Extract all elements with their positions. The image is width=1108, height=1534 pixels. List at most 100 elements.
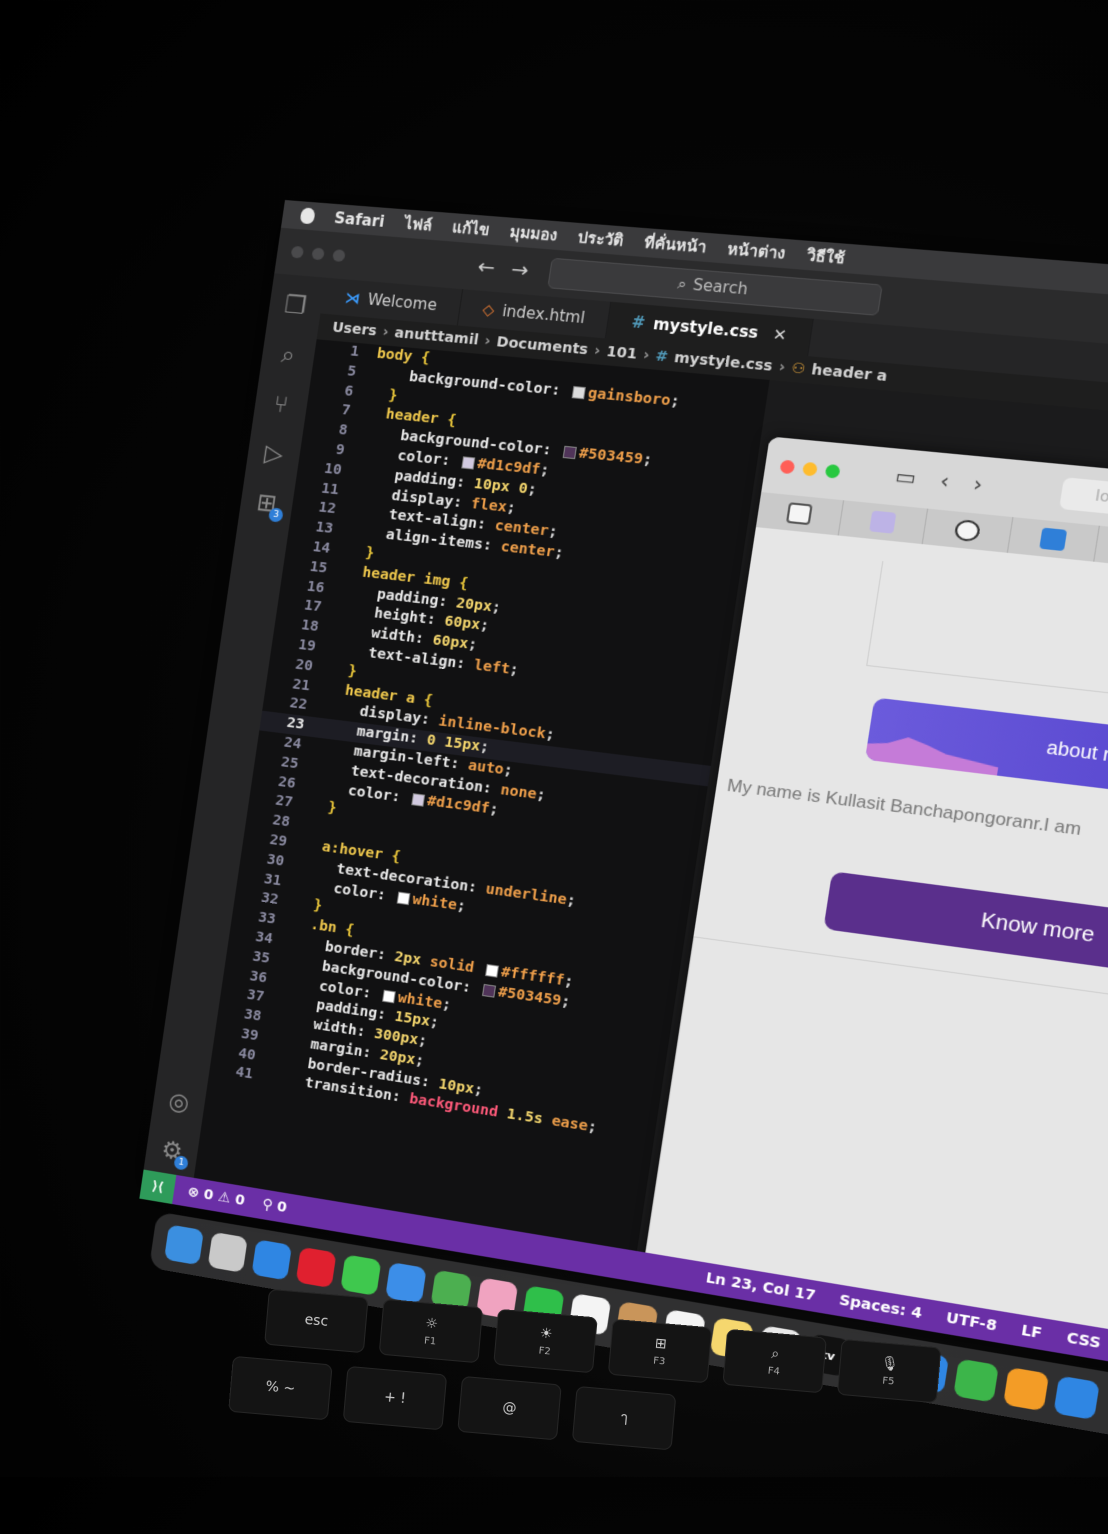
zoom-window-button[interactable] — [332, 249, 346, 263]
banner-graphic — [865, 733, 1001, 776]
apple-icon[interactable] — [299, 207, 316, 225]
problems-indicator[interactable]: ⊗ 0 ⚠ 0 — [187, 1184, 246, 1209]
sidebar-toggle-icon[interactable]: ▭ — [894, 463, 919, 490]
minimize-window-button[interactable] — [311, 247, 325, 261]
css-icon: # — [654, 348, 670, 366]
breadcrumb-item[interactable]: header a — [810, 362, 888, 385]
menu-item-edit[interactable]: แก้ไข — [451, 215, 492, 242]
bio-text: My name is Kullasit Banchapongoranr.I am… — [712, 773, 1108, 886]
f1-key[interactable]: ☼ F1 — [378, 1298, 484, 1364]
account-icon[interactable]: ◎ — [164, 1086, 195, 1117]
chevron-right-icon: › — [777, 358, 787, 377]
history-navigation: ← → — [476, 254, 530, 282]
tilde-key[interactable]: % ~ — [228, 1355, 333, 1421]
close-icon[interactable]: ✕ — [772, 325, 788, 345]
chevron-right-icon: › — [592, 342, 602, 360]
extensions-badge: 3 — [267, 507, 284, 523]
vscode-icon: ⋊ — [343, 288, 362, 308]
search-view-icon[interactable]: ⌕ — [273, 340, 305, 370]
close-window-button[interactable] — [290, 245, 305, 259]
chevron-right-icon: › — [641, 346, 651, 364]
menu-item-history[interactable]: ประวัติ — [576, 225, 625, 253]
about-banner[interactable]: about r — [864, 697, 1108, 809]
ports-count: 0 — [275, 1198, 288, 1217]
esc-key[interactable]: esc — [264, 1288, 369, 1354]
tab-label: mystyle.css — [651, 314, 760, 343]
manage-badge: 1 — [173, 1154, 189, 1171]
browser-minimize-button[interactable] — [802, 461, 819, 477]
brightness-up-icon: ☀ — [539, 1325, 554, 1343]
warning-count: 0 — [233, 1191, 246, 1210]
remote-indicator-icon[interactable]: ⟩⟨ — [139, 1169, 177, 1205]
end-of-line[interactable]: LF — [1020, 1322, 1043, 1342]
two-key[interactable]: @ — [457, 1375, 562, 1441]
language-mode[interactable]: CSS — [1065, 1330, 1102, 1352]
breadcrumb-item[interactable]: Documents — [495, 334, 589, 358]
three-key[interactable]: ๅ — [571, 1385, 677, 1451]
safari-app-icon[interactable] — [251, 1239, 293, 1281]
breadcrumb-item[interactable]: anutttamil — [393, 325, 479, 349]
one-key[interactable]: + ! — [342, 1365, 448, 1431]
dictation-icon: 🎙︎ — [880, 1354, 900, 1373]
github-icon — [953, 518, 982, 543]
breadcrumb-item[interactable]: mystyle.css — [673, 350, 774, 375]
back-chevron-icon[interactable]: ‹ — [938, 468, 951, 494]
key-label: + ! — [383, 1389, 407, 1408]
window-controls — [290, 245, 346, 263]
opera-app-icon[interactable] — [295, 1246, 337, 1289]
menu-item-help[interactable]: วิธีใช้ — [805, 243, 847, 271]
key-label: F4 — [767, 1365, 781, 1378]
forward-arrow-icon[interactable]: → — [510, 257, 531, 283]
f2-key[interactable]: ☀ F2 — [493, 1308, 598, 1374]
f5-key[interactable]: 🎙︎ F5 — [836, 1338, 942, 1404]
f4-key[interactable]: ⌕ F4 — [722, 1328, 827, 1394]
activity-bar-bottom: ◎ ⚙ 1 — [157, 1086, 195, 1171]
spotlight-icon: ⌕ — [770, 1345, 780, 1362]
key-label: F1 — [423, 1334, 437, 1347]
menu-item-bookmarks[interactable]: ที่คั่นหน้า — [643, 230, 709, 260]
run-debug-icon[interactable]: ▷ — [258, 438, 290, 468]
forward-chevron-icon[interactable]: › — [972, 471, 985, 497]
finder-app-icon[interactable] — [164, 1224, 204, 1266]
launchpad-app-icon[interactable] — [207, 1231, 248, 1273]
browser-zoom-button[interactable] — [824, 463, 841, 479]
screen: Safari ไฟล์ แก้ไข มุมมอง ประวัติ ที่คั่น… — [139, 200, 1108, 1371]
browser-close-button[interactable] — [779, 459, 796, 474]
breadcrumb-item[interactable]: 101 — [605, 344, 638, 363]
encoding[interactable]: UTF-8 — [945, 1310, 998, 1335]
back-arrow-icon[interactable]: ← — [476, 254, 497, 280]
error-count: 0 — [202, 1186, 215, 1204]
key-label: F3 — [652, 1354, 666, 1368]
laptop-screen: Safari ไฟล์ แก้ไข มุมมอง ประวัติ ที่คั่น… — [139, 200, 1108, 1454]
menu-item-window[interactable]: หน้าต่าง — [726, 237, 788, 266]
key-label: % ~ — [264, 1378, 296, 1398]
ports-indicator[interactable]: ⚲ 0 — [261, 1196, 288, 1216]
menu-item-safari[interactable]: Safari — [333, 209, 386, 231]
code-text: } — [326, 799, 338, 817]
menu-item-view[interactable]: มุมมอง — [508, 220, 559, 248]
key-label: F5 — [881, 1375, 895, 1388]
indentation[interactable]: Spaces: 4 — [838, 1292, 923, 1322]
breadcrumb-item[interactable]: Users — [331, 320, 378, 340]
messages-app-icon[interactable] — [340, 1254, 382, 1296]
bookmark-icon — [785, 502, 813, 526]
tab-label: index.html — [501, 301, 587, 328]
tab-label: Welcome — [366, 290, 439, 315]
mail-app-icon[interactable] — [385, 1261, 427, 1304]
menu-item-file[interactable]: ไฟล์ — [403, 211, 434, 237]
brightness-down-icon: ☼ — [424, 1315, 439, 1333]
source-control-icon[interactable]: ⑂ — [265, 389, 297, 419]
code-text: } — [364, 544, 376, 562]
html-icon: ◇ — [481, 300, 496, 320]
trello-icon — [1039, 527, 1068, 552]
search-placeholder: Search — [691, 275, 750, 299]
f3-key[interactable]: ⊞ F3 — [607, 1318, 713, 1384]
extensions-icon[interactable]: ⊞ 3 — [251, 488, 284, 523]
content-box — [866, 561, 1108, 712]
explorer-icon[interactable]: ❐ — [280, 290, 312, 320]
browser-window-controls — [779, 459, 841, 479]
manage-gear-icon[interactable]: ⚙ 1 — [157, 1135, 189, 1171]
chevron-right-icon: › — [483, 333, 492, 350]
symbol-class-icon: ⚇ — [790, 360, 807, 378]
banner-label: about r — [1045, 736, 1108, 766]
